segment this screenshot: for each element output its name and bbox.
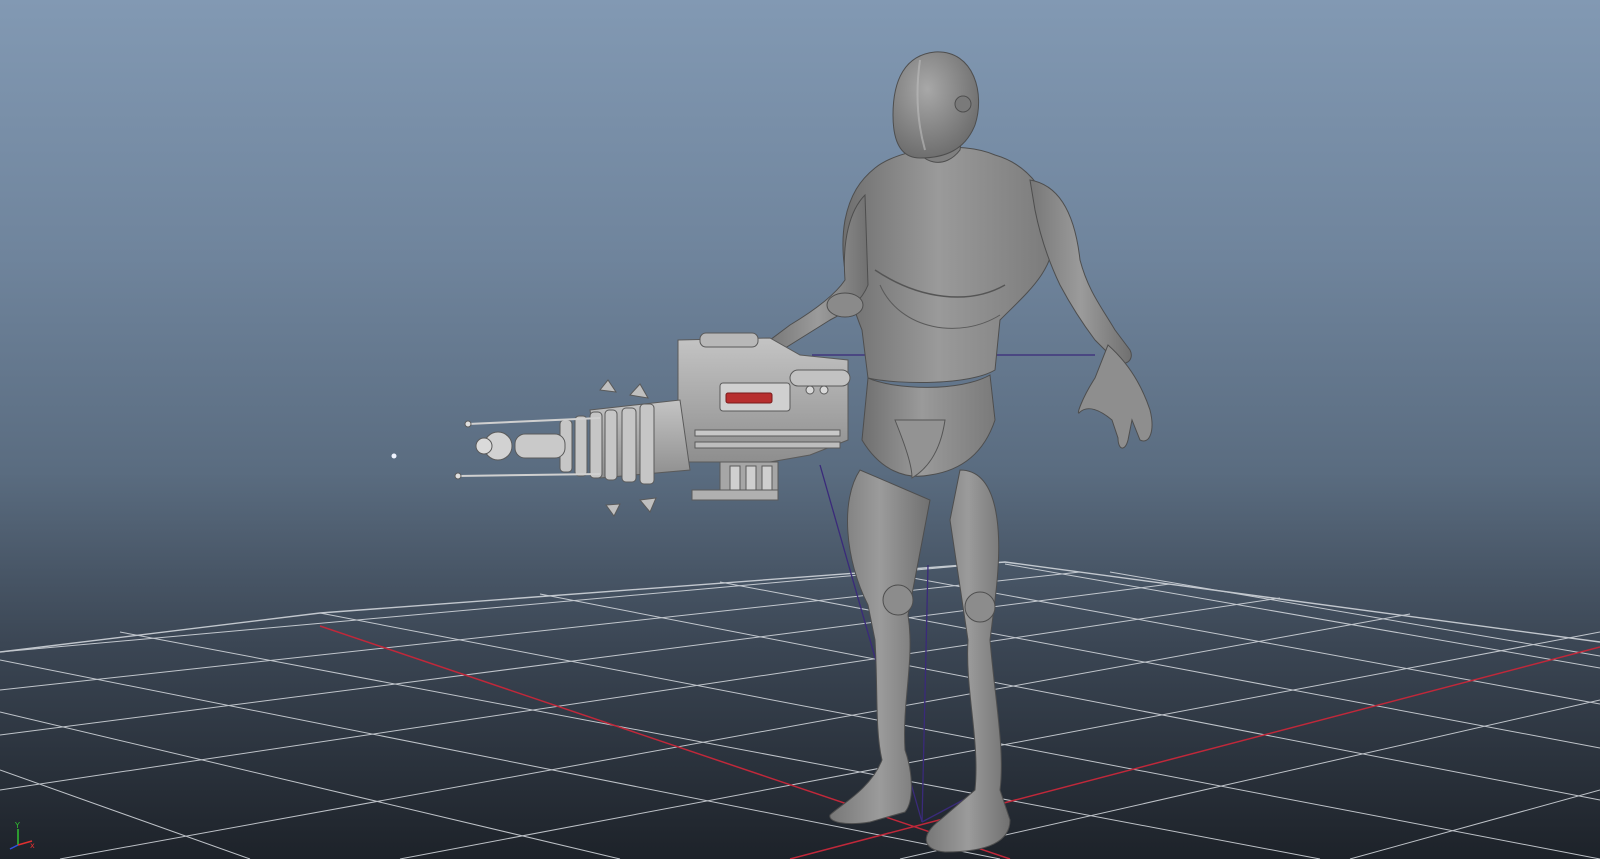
gizmo-x-label: x bbox=[30, 841, 35, 850]
scene-canvas[interactable] bbox=[0, 0, 1600, 859]
axis-gizmo: Y x bbox=[9, 821, 35, 850]
gizmo-y-label: Y bbox=[14, 821, 20, 830]
character-mannequin[interactable] bbox=[767, 51, 1153, 853]
blaster-weapon[interactable] bbox=[454, 332, 851, 517]
z-axis-line bbox=[789, 646, 1600, 859]
gizmo-z-axis bbox=[9, 844, 19, 850]
point-light[interactable] bbox=[391, 453, 397, 459]
3d-viewport[interactable]: Y x bbox=[0, 0, 1600, 859]
